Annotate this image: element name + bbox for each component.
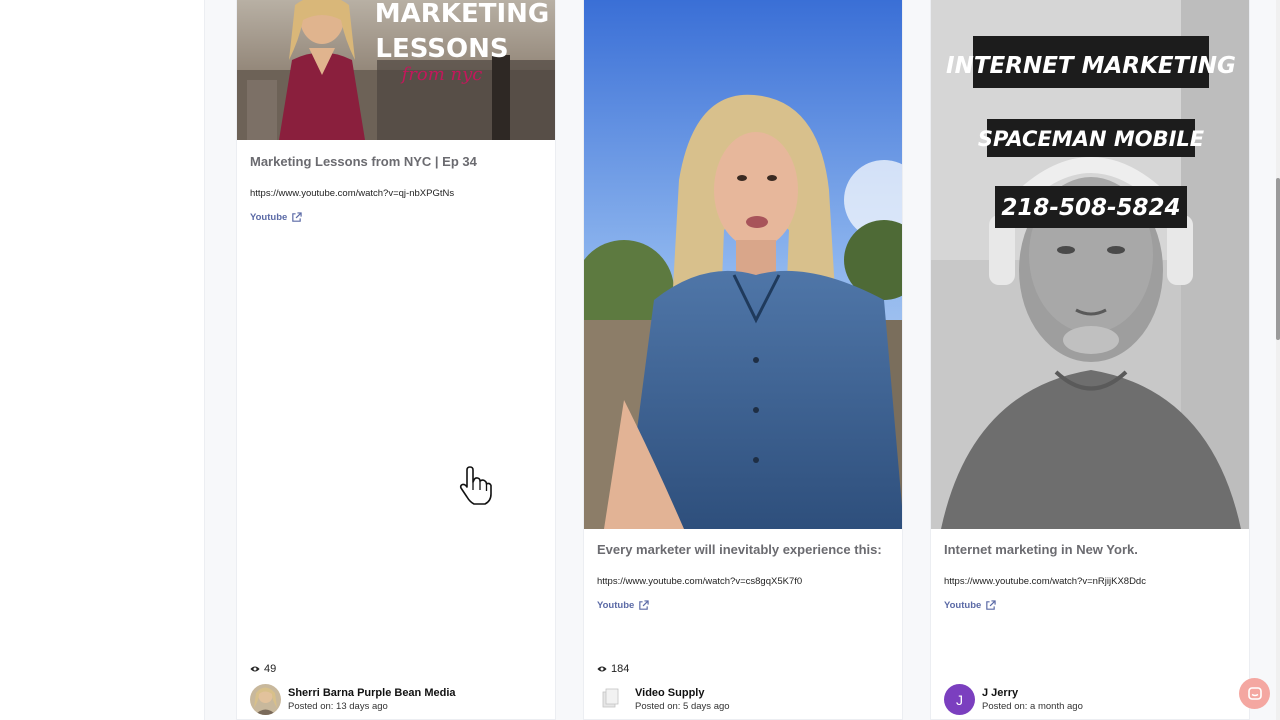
scrollbar-track[interactable]	[1276, 0, 1280, 720]
youtube-link-3[interactable]: Youtube	[944, 600, 996, 611]
thumbnail-image-2	[584, 0, 902, 529]
author-name-3[interactable]: J Jerry	[982, 687, 1083, 699]
scrollbar-thumb[interactable]	[1276, 178, 1280, 340]
avatar-image-1	[250, 684, 281, 715]
author-block-1[interactable]: Sherri Barna Purple Bean Media Posted on…	[250, 684, 456, 715]
video-title-1[interactable]: Marketing Lessons from NYC | Ep 34	[250, 154, 477, 169]
avatar[interactable]	[597, 684, 628, 715]
video-card-3[interactable]: INTERNET MARKETING SPACEMAN MOBILE 218-5…	[930, 0, 1250, 720]
avatar[interactable]: J	[944, 684, 975, 715]
video-card-2[interactable]: Every marketer will inevitably experienc…	[583, 0, 903, 720]
youtube-link-label-1: Youtube	[250, 212, 288, 223]
chat-icon	[1247, 686, 1262, 700]
author-name-2[interactable]: Video Supply	[635, 687, 730, 699]
posted-date-3: Posted on: a month ago	[982, 701, 1083, 712]
external-link-icon	[986, 600, 996, 610]
youtube-link-label-3: Youtube	[944, 600, 982, 611]
external-link-icon	[292, 212, 302, 222]
thumb-text-3b: SPACEMAN MOBILE	[978, 127, 1205, 151]
thumb-text-3a: INTERNET MARKETING	[946, 53, 1236, 79]
thumbnail-image-3: INTERNET MARKETING SPACEMAN MOBILE 218-5…	[931, 0, 1249, 529]
video-url-1: https://www.youtube.com/watch?v=qj-nbXPG…	[250, 188, 455, 199]
view-count-1: 49	[250, 663, 276, 675]
eye-icon	[250, 666, 260, 672]
posted-date-1: Posted on: 13 days ago	[288, 701, 388, 712]
video-card-1[interactable]: MARKETING LESSONS from nyc Marketing Les…	[236, 0, 556, 720]
author-block-3[interactable]: J J Jerry Posted on: a month ago	[944, 684, 1083, 715]
posted-date-2: Posted on: 5 days ago	[635, 701, 730, 712]
youtube-link-2[interactable]: Youtube	[597, 600, 649, 611]
avatar-letter-3: J	[956, 691, 963, 708]
chat-button[interactable]	[1239, 678, 1270, 709]
youtube-link-1[interactable]: Youtube	[250, 212, 302, 223]
youtube-link-label-2: Youtube	[597, 600, 635, 611]
thumbnail-image-1: MARKETING LESSONS from nyc	[237, 0, 555, 140]
view-count-2: 184	[597, 663, 629, 675]
external-link-icon	[639, 600, 649, 610]
author-name-1[interactable]: Sherri Barna Purple Bean Media	[288, 687, 456, 699]
video-title-3[interactable]: Internet marketing in New York.	[944, 542, 1138, 557]
video-url-2: https://www.youtube.com/watch?v=cs8gqX5K…	[597, 576, 803, 587]
thumb-text-1c: from nyc	[400, 64, 483, 85]
eye-icon	[597, 666, 607, 672]
video-thumbnail-3[interactable]: INTERNET MARKETING SPACEMAN MOBILE 218-5…	[931, 0, 1249, 529]
video-url-3: https://www.youtube.com/watch?v=nRjijKX8…	[944, 576, 1146, 587]
thumb-text-3c: 218-508-5824	[1001, 195, 1180, 221]
view-count-value-1: 49	[264, 663, 277, 675]
video-thumbnail-2[interactable]	[584, 0, 902, 529]
thumb-text-1b: LESSONS	[375, 34, 508, 64]
avatar[interactable]	[250, 684, 281, 715]
video-title-2[interactable]: Every marketer will inevitably experienc…	[597, 542, 882, 557]
view-count-value-2: 184	[611, 663, 630, 675]
author-block-2[interactable]: Video Supply Posted on: 5 days ago	[597, 684, 730, 715]
video-thumbnail-1[interactable]: MARKETING LESSONS from nyc	[237, 0, 555, 140]
avatar-image-2	[597, 684, 628, 715]
thumb-text-1a: MARKETING	[375, 0, 549, 29]
hand-cursor-icon	[459, 466, 492, 505]
